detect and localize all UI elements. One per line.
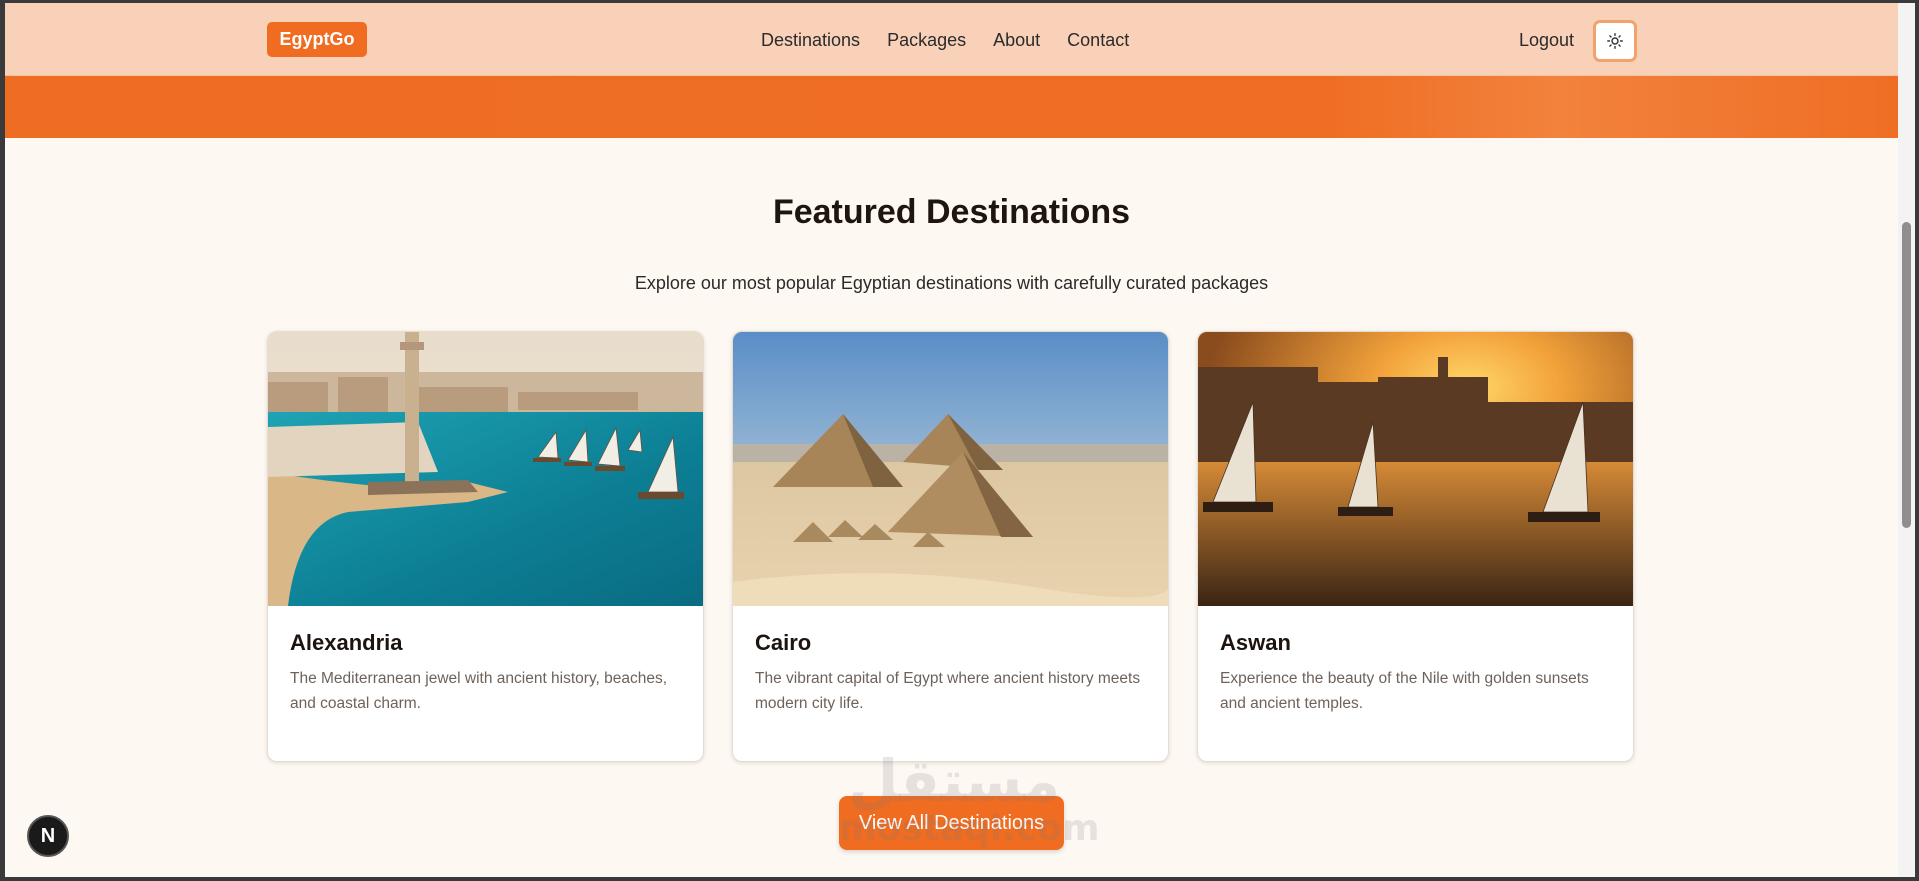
logout-link[interactable]: Logout — [1519, 30, 1574, 51]
nav-link-destinations[interactable]: Destinations — [761, 30, 860, 51]
dev-tools-badge[interactable]: N — [27, 815, 69, 857]
cairo-image — [733, 332, 1168, 606]
alexandria-image — [268, 332, 703, 606]
aswan-image — [1198, 332, 1633, 606]
logo[interactable]: EgyptGo — [267, 22, 367, 57]
destination-card-cairo[interactable]: Cairo The vibrant capital of Egypt where… — [732, 331, 1169, 762]
view-all-destinations-button[interactable]: View All Destinations — [839, 796, 1064, 850]
nav-link-about[interactable]: About — [993, 30, 1040, 51]
hero-banner — [5, 76, 1898, 138]
card-description: The vibrant capital of Egypt where ancie… — [755, 670, 1141, 712]
card-title: Cairo — [755, 630, 812, 655]
card-description: The Mediterranean jewel with ancient his… — [290, 670, 668, 712]
theme-toggle-button[interactable] — [1593, 20, 1637, 62]
sun-icon — [1607, 33, 1623, 49]
nav-link-packages[interactable]: Packages — [887, 30, 966, 51]
section-title: Featured Destinations — [772, 193, 1131, 231]
card-title: Alexandria — [290, 630, 403, 655]
card-title: Aswan — [1220, 630, 1291, 655]
browser-viewport: EgyptGo Destinations Packages About Cont… — [5, 3, 1898, 877]
destination-card-aswan[interactable]: Aswan Experience the beauty of the Nile … — [1197, 331, 1634, 762]
navbar: EgyptGo Destinations Packages About Cont… — [5, 3, 1898, 76]
section-subtitle: Explore our most popular Egyptian destin… — [634, 273, 1269, 293]
nav-links: Destinations Packages About Contact — [761, 30, 1156, 51]
scrollbar-thumb[interactable] — [1902, 222, 1911, 528]
destination-card-alexandria[interactable]: Alexandria The Mediterranean jewel with … — [267, 331, 704, 762]
card-description: Experience the beauty of the Nile with g… — [1220, 670, 1589, 712]
nav-link-contact[interactable]: Contact — [1067, 30, 1129, 51]
